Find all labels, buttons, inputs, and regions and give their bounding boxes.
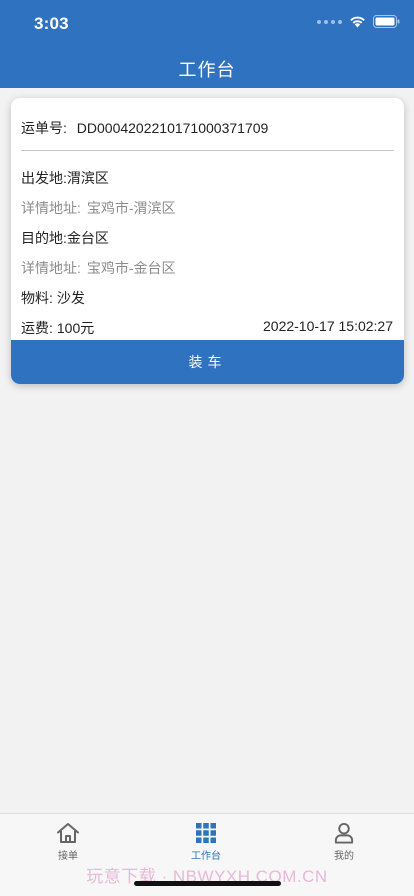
header: 3:03 工作台 <box>0 0 414 88</box>
order-number-value: DD00042022101710003717​09 <box>76 120 269 136</box>
destination-detail-value: 宝鸡市-金台区 <box>86 260 176 276</box>
origin-label: 出发地: <box>21 170 67 186</box>
screen: 3:03 工作台 运单号: DD000420 <box>0 0 414 896</box>
origin-value: 渭滨区 <box>66 170 109 186</box>
order-card[interactable]: 运单号: DD00042022101710003717​09 出发地:渭滨区 详… <box>11 98 404 384</box>
material-row: 物料: 沙发 <box>21 288 85 308</box>
order-number-row: 运单号: DD00042022101710003717​09 <box>21 118 268 138</box>
home-indicator <box>134 881 281 886</box>
origin-detail-row: 详情地址: 宝鸡市-渭滨区 <box>21 198 176 218</box>
origin-detail-value: 宝鸡市-渭滨区 <box>86 200 176 216</box>
battery-icon <box>373 15 400 28</box>
destination-detail-row: 详情地址: 宝鸡市-金台区 <box>21 258 176 278</box>
fee-row: 运费: 100元 2022-10-17 15:02:27 <box>21 318 393 338</box>
tab-mine-label: 我的 <box>334 851 354 862</box>
person-icon <box>334 822 354 844</box>
tab-workbench-label: 工作台 <box>191 851 221 862</box>
order-datetime: 2022-10-17 15:02:27 <box>263 318 393 334</box>
destination-detail-label: 详情地址: <box>21 260 81 276</box>
fee: 运费: 100元 <box>21 318 94 338</box>
origin-row: 出发地:渭滨区 <box>21 168 109 188</box>
fee-value: 100元 <box>56 320 95 336</box>
grid-icon <box>196 823 216 843</box>
tab-workbench[interactable]: 工作台 <box>161 822 251 862</box>
load-button[interactable]: 装车 <box>11 340 404 384</box>
material-label: 物料: <box>21 290 53 306</box>
status-time: 3:03 <box>34 14 69 33</box>
tab-orders-label: 接单 <box>58 851 78 862</box>
wifi-icon <box>350 16 365 28</box>
fee-label: 运费: <box>21 320 53 336</box>
status-bar: 3:03 <box>0 0 414 48</box>
signal-icon <box>317 19 342 24</box>
divider <box>21 150 394 151</box>
tab-mine[interactable]: 我的 <box>299 822 389 862</box>
destination-label: 目的地: <box>21 230 67 246</box>
material-value: 沙发 <box>56 290 85 306</box>
page-title: 工作台 <box>178 60 236 80</box>
order-number-label: 运单号: <box>21 120 67 136</box>
destination-row: 目的地:金台区 <box>21 228 109 248</box>
status-icons <box>317 15 400 28</box>
origin-detail-label: 详情地址: <box>21 200 81 216</box>
destination-value: 金台区 <box>66 230 109 246</box>
home-icon <box>57 823 79 843</box>
tab-orders[interactable]: 接单 <box>23 822 113 862</box>
